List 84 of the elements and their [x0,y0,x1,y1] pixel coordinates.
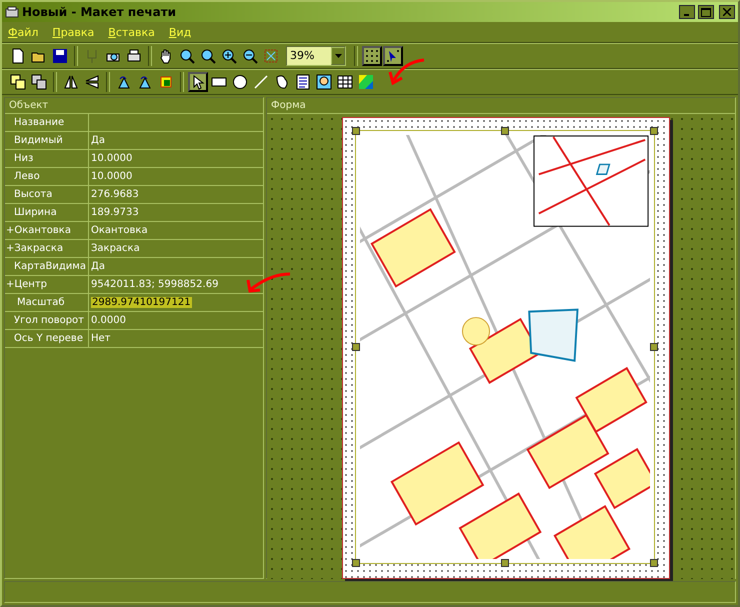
property-name[interactable]: Высота [5,186,89,203]
panel-header: Форма [267,98,735,114]
flip-horizontal-icon [84,74,100,90]
window-title: Новый - Макет печати [22,5,178,19]
property-name[interactable]: Видимый [5,132,89,149]
fit-page-icon [263,48,279,64]
resize-handle[interactable] [650,127,658,135]
resize-handle[interactable] [501,559,509,567]
zoom-in-icon [221,48,237,64]
annotation-arrow [244,272,292,294]
resize-handle[interactable] [650,559,658,567]
save-button[interactable] [50,46,70,66]
rotate-left-icon [116,74,132,90]
maximize-button[interactable] [698,5,714,19]
property-value[interactable]: 189.9733 [89,204,263,221]
menu-item[interactable]: Вид [168,26,192,38]
flip-vertical-icon [63,74,79,90]
property-name[interactable]: +Закраска [5,240,89,257]
printer-icon [126,48,142,64]
resize-handle[interactable] [650,343,658,351]
property-value[interactable]: Да [89,258,263,275]
map-button[interactable] [356,72,376,92]
frame-icon [158,74,174,90]
resize-handle[interactable] [352,559,360,567]
grid-icon [364,48,380,64]
picture-button[interactable] [314,72,334,92]
property-name[interactable]: Угол поворот [5,312,89,329]
close-button[interactable] [719,5,735,19]
save-icon [52,48,68,64]
circle-button[interactable] [230,72,250,92]
dropdown-button[interactable] [331,47,345,65]
bring-front-button[interactable] [8,72,28,92]
maximize-icon [701,8,711,16]
resize-handle[interactable] [352,343,360,351]
resize-handle[interactable] [352,127,360,135]
property-name[interactable]: Масштаб [5,294,89,311]
property-name[interactable]: Ширина [5,204,89,221]
property-value[interactable]: Закраска [89,240,263,257]
menu-item[interactable]: Правка [52,26,94,38]
picture-icon [316,74,332,90]
property-name[interactable]: +Окантовка [5,222,89,239]
pointer-button[interactable] [188,72,208,92]
new-file-icon [10,48,26,64]
property-name[interactable]: Название [5,114,89,131]
property-value[interactable]: 10.0000 [89,168,263,185]
text-icon [295,74,311,90]
property-name[interactable]: +Центр [5,276,89,293]
menu-item[interactable]: Вставка [108,26,155,38]
close-icon [723,8,731,16]
send-back-button[interactable] [29,72,49,92]
property-name[interactable]: КартаВидима [5,258,89,275]
zoom-out-icon [242,48,258,64]
map-icon [358,74,374,90]
property-value[interactable]: Нет [89,330,263,347]
grid-button[interactable] [362,46,382,66]
menu-item[interactable]: Файл [8,26,38,38]
property-value[interactable]: Окантовка [89,222,263,239]
send-back-icon [31,74,47,90]
property-value[interactable]: 276.9683 [89,186,263,203]
printer-icon [5,6,19,18]
property-name[interactable]: Лево [5,168,89,185]
annotation-arrow [386,58,426,86]
property-value[interactable]: Да [89,132,263,149]
snap-cursor-icon [385,48,401,64]
caret-icon [334,54,342,58]
property-value[interactable]: 10.0000 [89,150,263,167]
property-value[interactable]: 0.0000 [89,312,263,329]
panel-header: Объект [5,98,263,114]
property-name[interactable]: Низ [5,150,89,167]
table-icon [337,74,353,90]
line-icon [253,74,269,90]
property-name[interactable]: Ось Y переве [5,330,89,347]
circle-icon [232,74,248,90]
property-value[interactable]: 9542011.83; 5998852.69 [89,276,263,293]
zoom-combo[interactable]: 39% [286,46,346,66]
resize-handle[interactable] [501,127,509,135]
bring-front-icon [10,74,26,90]
property-value[interactable]: 2989.97410197121 [89,294,263,311]
minimize-button[interactable] [679,5,695,19]
shape-icon [274,74,290,90]
zoom-back-icon [200,48,216,64]
zoom-area-icon [179,48,195,64]
rotate-right-icon [137,74,153,90]
snap-cursor-button[interactable] [383,46,403,66]
